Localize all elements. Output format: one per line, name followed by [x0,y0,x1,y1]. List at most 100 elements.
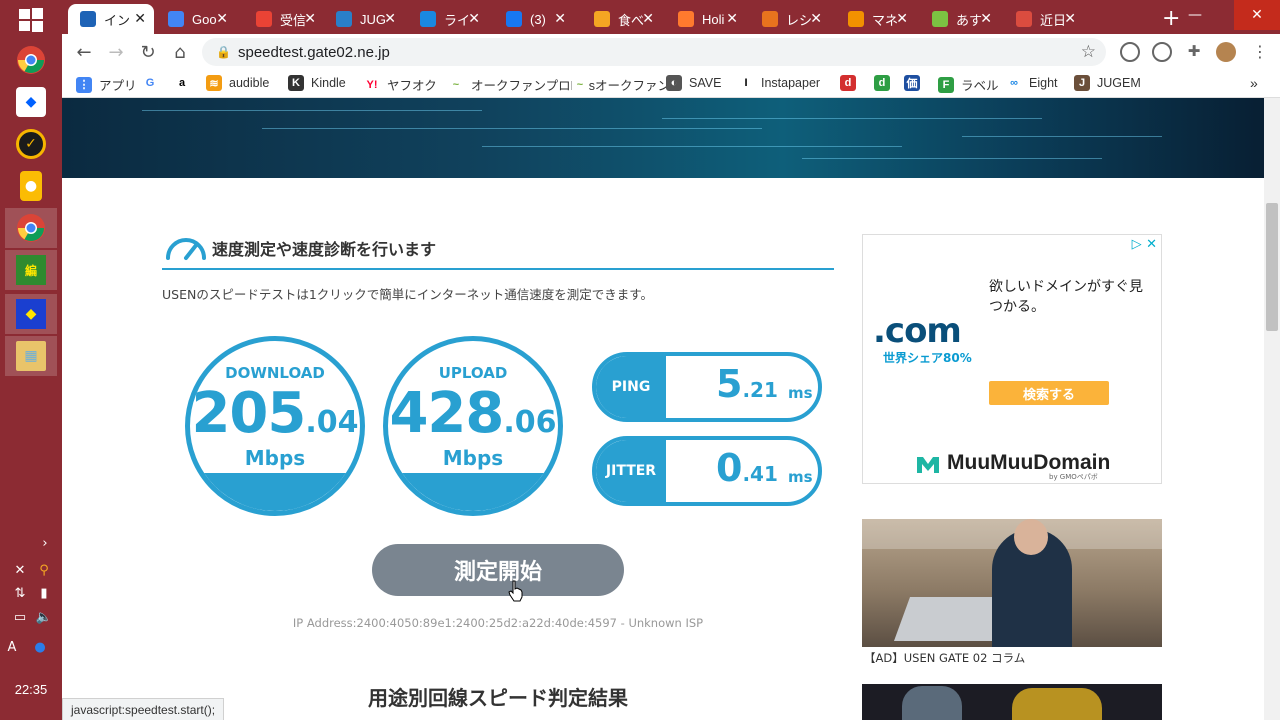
bookmark-item[interactable]: 価 [904,75,927,91]
taskbar-keep[interactable]: ● [5,166,57,206]
taskbar-app[interactable]: ◆ [5,294,57,334]
start-test-button[interactable]: 測定開始 [372,544,624,596]
download-gauge: DOWNLOAD 205.04 Mbps [185,336,365,516]
domain-ad[interactable]: ▷ ✕ .com 世界シェア80% 欲しいドメインがすぐ見つかる。 検索する M… [862,234,1162,484]
taskbar-chrome-active[interactable] [5,208,57,248]
taskbar-chrome[interactable] [5,40,57,80]
browser-tab[interactable]: 近日 ✕ [1004,4,1084,34]
ad-search-button[interactable]: 検索する [989,381,1109,405]
browser-tab[interactable]: Goo ✕ [156,4,236,34]
tab-close-icon[interactable]: ✕ [642,10,654,27]
lock-icon[interactable]: 🔒 [216,45,231,59]
bookmark-item[interactable]: ◐ SAVE [666,75,721,91]
taskbar-explorer[interactable]: ▦ [5,336,57,376]
tab-close-icon[interactable]: ✕ [810,10,822,27]
tab-close-icon[interactable]: ✕ [1064,10,1076,27]
windows-taskbar: ◆ ✓ ● 編 ◆ ▦ › ✕ ⚲ ⇅ ▮ ▭ 🔈 A ● 22:35 [0,0,62,720]
column-ad-caption[interactable]: 【AD】USEN GATE 02 コラム [864,650,1025,666]
minimize-button[interactable]: — [1172,0,1218,30]
tray-battery-icon[interactable]: ▮ [34,583,54,603]
bookmark-item[interactable]: Y! ヤフオク [364,75,437,94]
tab-close-icon[interactable]: ✕ [896,10,908,27]
bookmark-item[interactable]: F ラベル [938,75,999,94]
tab-close-icon[interactable]: ✕ [468,10,480,27]
bookmark-item[interactable]: ≋ audible [206,75,269,91]
jitter-label: JITTER [596,440,666,502]
tray-globe-icon[interactable]: ● [30,637,50,657]
bookmark-item[interactable]: ⋮ アプリ [76,75,137,94]
column-ad-image[interactable] [862,519,1162,647]
taskbar-editor[interactable]: 編 [5,250,57,290]
bookmark-label: Kindle [311,76,346,90]
tray-tool-icon[interactable]: ✕ [10,560,30,580]
download-value: 205.04 [191,381,359,446]
extension-ghost-icon[interactable] [1152,42,1172,62]
ad-choices-icon[interactable]: ▷ ✕ [1132,237,1157,252]
bookmark-item[interactable]: d [840,75,863,91]
browser-tab[interactable]: (3) ✕ [494,4,574,34]
bookmark-star-icon[interactable]: ☆ [1081,42,1096,62]
browser-tab[interactable]: インタ✕ [68,4,154,34]
address-bar[interactable]: 🔒 speedtest.gate02.ne.jp ☆ [202,38,1106,66]
tab-close-icon[interactable]: ✕ [134,10,146,27]
bookmark-label: ラベル [961,79,999,93]
tab-title: 受信 [280,12,306,28]
bookmark-item[interactable]: I Instapaper [738,75,820,91]
tray-expand-icon[interactable]: › [35,533,55,553]
check-clock-icon: ✓ [16,129,46,159]
tray-search-icon[interactable]: ⚲ [34,560,54,580]
browser-tab[interactable]: あす ✕ [920,4,1000,34]
tab-close-icon[interactable]: ✕ [980,10,992,27]
browser-tab[interactable]: JUG ✕ [324,4,404,34]
tab-close-icon[interactable]: ✕ [384,10,396,27]
taskbar-clock[interactable]: 22:35 [0,682,62,697]
tab-close-icon[interactable]: ✕ [726,10,738,27]
extension-chat-icon[interactable] [1120,42,1140,62]
game-ad-image[interactable] [862,684,1162,720]
reload-button[interactable]: ↻ [136,40,160,64]
tray-volume-icon[interactable]: 🔈 [34,607,54,627]
app-icon: ◆ [16,299,46,329]
tab-close-icon[interactable]: ✕ [304,10,316,27]
url-text[interactable]: speedtest.gate02.ne.jp [238,44,390,61]
bookmark-item[interactable]: ∞ Eight [1006,75,1058,91]
dropbox-icon: ◆ [16,87,46,117]
close-window-button[interactable]: ✕ [1234,0,1280,30]
back-button[interactable]: ← [72,40,96,64]
browser-tab[interactable]: Holi ✕ [666,4,746,34]
home-button[interactable]: ⌂ [168,40,192,64]
bookmark-item[interactable]: G [142,75,165,91]
tray-display-icon[interactable]: ▭ [10,607,30,627]
extensions-puzzle-icon[interactable]: ✚ [1184,42,1204,62]
browser-tab[interactable]: マネ ✕ [836,4,916,34]
more-bookmarks-button[interactable]: » [1250,75,1258,91]
tab-title: ライ [444,12,470,28]
browser-tab[interactable]: ライ ✕ [408,4,488,34]
forward-button[interactable]: → [104,40,128,64]
tab-close-icon[interactable]: ✕ [554,10,566,27]
editor-icon: 編 [16,255,46,285]
taskbar-dropbox[interactable]: ◆ [5,82,57,122]
browser-tab[interactable]: レシ ✕ [750,4,830,34]
bookmark-icon: G [142,75,158,91]
bookmark-item[interactable]: d [874,75,897,91]
tray-network-icon[interactable]: ⇅ [10,583,30,603]
profile-avatar[interactable] [1216,42,1236,62]
ime-indicator[interactable]: A [2,637,22,657]
tab-title: Holi [702,11,725,27]
bookmark-item[interactable]: K Kindle [288,75,346,91]
chrome-menu-icon[interactable]: ⋮ [1250,42,1270,62]
bookmark-item[interactable]: J JUGEM [1074,75,1141,91]
bookmark-item[interactable]: a [174,75,197,91]
tab-close-icon[interactable]: ✕ [216,10,228,27]
page-scrollbar[interactable] [1264,98,1280,720]
start-menu-button[interactable] [5,0,57,40]
ad-dotcom-text: .com [873,311,962,351]
bookmark-item[interactable]: ~ オークファン [572,75,670,94]
tab-title: レシ [786,12,812,28]
browser-tab[interactable]: 受信 ✕ [244,4,324,34]
section-header: 速度測定や速度診断を行います [162,230,834,270]
scrollbar-thumb[interactable] [1266,203,1278,331]
browser-tab[interactable]: 食べ ✕ [582,4,662,34]
taskbar-todo[interactable]: ✓ [5,124,57,164]
